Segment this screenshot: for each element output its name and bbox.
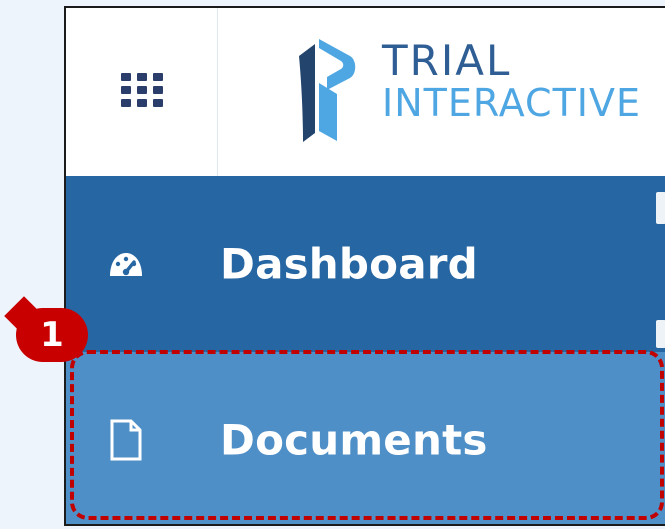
app-launcher-button[interactable] bbox=[66, 8, 218, 176]
trial-interactive-logo-icon bbox=[294, 38, 358, 142]
callout-badge-text: 1 bbox=[40, 315, 64, 355]
edge-indicator-top bbox=[656, 192, 665, 224]
callout-badge-accent bbox=[4, 296, 44, 336]
grid-icon bbox=[120, 72, 163, 112]
app-window: TRIAL INTERACTIVE Dashboard Documents bbox=[64, 6, 665, 526]
brand-line-2: INTERACTIVE bbox=[382, 81, 642, 125]
dashboard-icon bbox=[104, 242, 148, 286]
sidebar-item-dashboard[interactable]: Dashboard bbox=[66, 176, 665, 352]
brand-logo: TRIAL INTERACTIVE bbox=[294, 26, 665, 156]
top-header: TRIAL INTERACTIVE bbox=[66, 8, 665, 176]
document-icon bbox=[104, 418, 148, 462]
sidebar-navigation: Dashboard Documents bbox=[66, 176, 665, 524]
edge-indicator-bottom bbox=[656, 320, 665, 348]
sidebar-item-label-dashboard: Dashboard bbox=[220, 239, 478, 289]
brand-line-1: TRIAL bbox=[382, 36, 512, 85]
sidebar-item-documents[interactable]: Documents bbox=[66, 352, 665, 524]
callout-badge: 1 bbox=[4, 296, 88, 362]
sidebar-item-label-documents: Documents bbox=[220, 415, 488, 465]
brand-text: TRIAL INTERACTIVE bbox=[382, 36, 642, 125]
